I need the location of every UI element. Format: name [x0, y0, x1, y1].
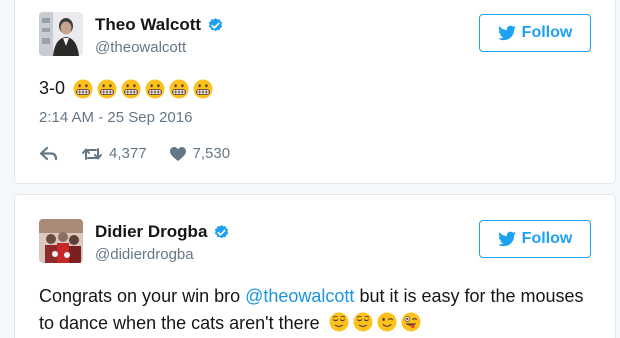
tweet-card: Theo Walcott @theowalcott Follow 3-0 2:1…	[14, 0, 616, 184]
retweet-button[interactable]: 4,377	[81, 145, 147, 162]
grimacing-face-icon	[97, 79, 117, 99]
like-count: 7,530	[192, 145, 231, 162]
author-name[interactable]: Didier Drogba	[95, 222, 207, 242]
emoji-group	[73, 79, 213, 99]
twitter-bird-icon	[498, 25, 516, 41]
mention-link[interactable]: @theowalcott	[245, 286, 354, 306]
winking-face-icon	[377, 312, 397, 332]
verified-badge-icon	[207, 17, 224, 34]
tweet-text-before: Congrats on your win bro	[39, 286, 246, 306]
tweet-actions: 4,377 7,530	[39, 145, 252, 162]
reply-button[interactable]	[39, 146, 59, 162]
twitter-bird-icon	[498, 231, 516, 247]
reply-icon	[39, 146, 58, 160]
avatar-photo-icon	[39, 12, 83, 56]
author-row: Theo Walcott	[95, 15, 224, 35]
tweet-card: Didier Drogba @didierdrogba Follow Congr…	[14, 194, 616, 338]
tweet-text-body: 3-0	[39, 78, 66, 98]
grimacing-face-icon	[169, 79, 189, 99]
follow-label: Follow	[521, 230, 573, 247]
relieved-face-icon	[353, 312, 373, 332]
grimacing-face-icon	[193, 79, 213, 99]
follow-label: Follow	[521, 24, 573, 41]
avatar[interactable]	[39, 219, 83, 263]
avatar-photo-icon	[39, 219, 83, 263]
tweet-text: 3-0	[39, 75, 585, 102]
retweet-count: 4,377	[109, 145, 147, 162]
emoji-group	[329, 312, 421, 332]
author-row: Didier Drogba	[95, 222, 230, 242]
heart-icon	[169, 146, 186, 161]
tweet-timestamp[interactable]: 2:14 AM - 25 Sep 2016	[39, 109, 192, 126]
winking-face-with-tongue-icon	[401, 312, 421, 332]
avatar[interactable]	[39, 12, 83, 56]
verified-badge-icon	[213, 224, 230, 241]
like-button[interactable]: 7,530	[169, 145, 231, 162]
author-name[interactable]: Theo Walcott	[95, 15, 201, 35]
relieved-face-icon	[329, 312, 349, 332]
follow-button[interactable]: Follow	[479, 220, 591, 258]
tweet-text: Congrats on your win bro @theowalcott bu…	[39, 283, 585, 337]
grimacing-face-icon	[73, 79, 93, 99]
grimacing-face-icon	[121, 79, 141, 99]
grimacing-face-icon	[145, 79, 165, 99]
author-handle[interactable]: @theowalcott	[95, 39, 186, 56]
author-handle[interactable]: @didierdrogba	[95, 246, 194, 263]
retweet-icon	[82, 147, 102, 160]
follow-button[interactable]: Follow	[479, 14, 591, 52]
